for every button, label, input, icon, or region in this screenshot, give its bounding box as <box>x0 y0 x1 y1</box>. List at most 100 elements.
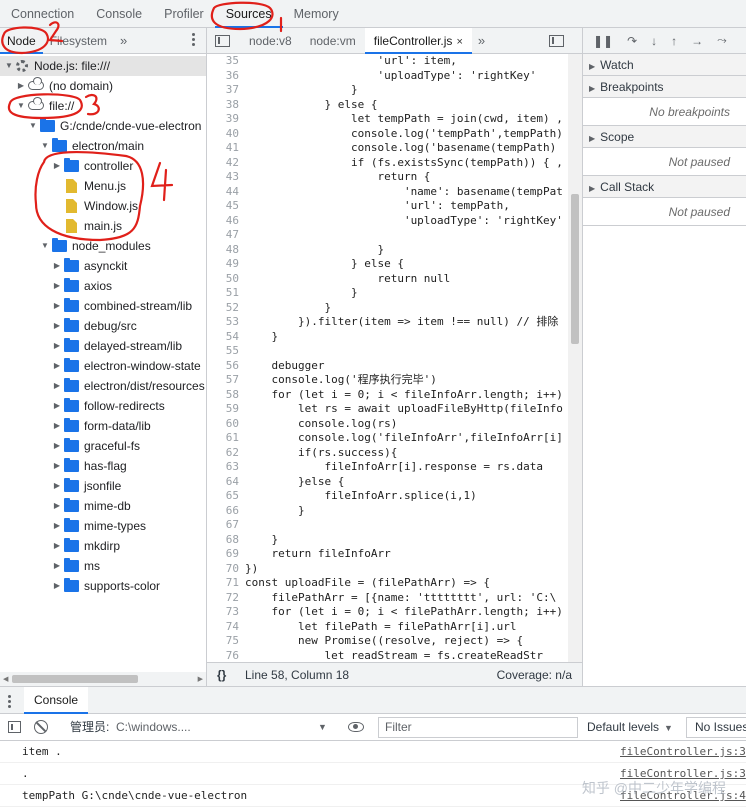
tree-item[interactable]: ▶ ms <box>0 556 206 576</box>
code-line[interactable]: 48 } <box>207 243 568 258</box>
pane-header-scope[interactable]: ▶ Scope <box>583 126 746 148</box>
line-number[interactable]: 65 <box>207 489 245 504</box>
code-line[interactable]: 51 } <box>207 286 568 301</box>
line-number[interactable]: 47 <box>207 228 245 243</box>
pause-icon[interactable]: ❚❚ <box>593 34 613 48</box>
tree-item[interactable]: ▼ Node.js: file:/// <box>0 56 206 76</box>
drawer-menu-icon[interactable] <box>8 695 11 710</box>
code-line[interactable]: 70}) <box>207 562 568 577</box>
code-line[interactable]: 42 if (fs.existsSync(tempPath)) { , <box>207 156 568 171</box>
code-line[interactable]: 67 <box>207 518 568 533</box>
collapsed-arrow-icon[interactable]: ▶ <box>52 156 62 176</box>
line-number[interactable]: 63 <box>207 460 245 475</box>
line-number[interactable]: 70 <box>207 562 245 577</box>
line-number[interactable]: 35 <box>207 54 245 69</box>
code-view[interactable]: 35 'url': item, 36 'uploadType': 'rightKe… <box>207 54 568 662</box>
step-out-icon[interactable]: ↑ <box>671 34 677 48</box>
code-line[interactable]: 68 } <box>207 533 568 548</box>
code-line[interactable]: 41 console.log('basename(tempPath) <box>207 141 568 156</box>
line-number[interactable]: 64 <box>207 475 245 490</box>
tree-item[interactable]: main.js <box>0 216 206 236</box>
more-tabs-button[interactable]: » <box>114 33 133 48</box>
line-number[interactable]: 61 <box>207 431 245 446</box>
code-line[interactable]: 61 console.log('fileInfoArr',fileInfoArr… <box>207 431 568 446</box>
code-line[interactable]: 71 const uploadFile = (filePathArr) => { <box>207 576 568 591</box>
tab-sources[interactable]: Sources <box>214 0 283 28</box>
tab-connection[interactable]: Connection <box>0 0 85 28</box>
collapsed-arrow-icon[interactable]: ▶ <box>52 416 62 436</box>
code-line[interactable]: 47 <box>207 228 568 243</box>
pane-header-call-stack[interactable]: ▶ Call Stack <box>583 176 746 198</box>
collapsed-arrow-icon[interactable]: ▶ <box>52 436 62 456</box>
tree-item[interactable]: ▶ controller <box>0 156 206 176</box>
code-line[interactable]: 37 } <box>207 83 568 98</box>
code-line[interactable]: 50 return null <box>207 272 568 287</box>
code-line[interactable]: 58 for (let i = 0; i < fileInfoArr.lengt… <box>207 388 568 403</box>
collapsed-arrow-icon[interactable]: ▶ <box>52 476 62 496</box>
code-line[interactable]: 72 filePathArr = [{name: 'tttttttt', url… <box>207 591 568 606</box>
line-number[interactable]: 49 <box>207 257 245 272</box>
line-number[interactable]: 75 <box>207 634 245 649</box>
tree-item[interactable]: ▶ combined-stream/lib <box>0 296 206 316</box>
message-source-link[interactable]: fileController.js:4 <box>620 807 746 811</box>
code-line[interactable]: 74 let filePath = filePathArr[i].url <box>207 620 568 635</box>
console-sidebar-icon[interactable] <box>8 721 21 733</box>
collapsed-arrow-icon[interactable]: ▶ <box>52 276 62 296</box>
collapsed-arrow-icon[interactable]: ▶ <box>52 496 62 516</box>
tree-item[interactable]: ▶ (no domain) <box>0 76 206 96</box>
code-line[interactable]: 55 <box>207 344 568 359</box>
collapsed-arrow-icon[interactable]: ▶ <box>52 376 62 396</box>
line-number[interactable]: 37 <box>207 83 245 98</box>
line-number[interactable]: 48 <box>207 243 245 258</box>
collapsed-arrow-icon[interactable]: ▶ <box>52 356 62 376</box>
line-number[interactable]: 57 <box>207 373 245 388</box>
step-over-icon[interactable]: ↷ <box>627 34 637 48</box>
scrollbar-thumb[interactable] <box>12 675 138 683</box>
tree-item[interactable]: ▶ supports-color <box>0 576 206 596</box>
tree-item[interactable]: ▶ electron-window-state <box>0 356 206 376</box>
tree-item[interactable]: ▼ file:// <box>0 96 206 116</box>
code-line[interactable]: 73 for (let i = 0; i < filePathArr.lengt… <box>207 605 568 620</box>
code-line[interactable]: 66 } <box>207 504 568 519</box>
tree-item[interactable]: ▶ debug/src <box>0 316 206 336</box>
line-number[interactable]: 54 <box>207 330 245 345</box>
tab-profiler[interactable]: Profiler <box>153 0 215 28</box>
line-number[interactable]: 66 <box>207 504 245 519</box>
code-line[interactable]: 60 console.log(rs) <box>207 417 568 432</box>
tab-console[interactable]: Console <box>85 0 153 28</box>
tree-item[interactable]: ▼ electron/main <box>0 136 206 156</box>
tree-item[interactable]: ▶ mime-db <box>0 496 206 516</box>
navigator-horizontal-scrollbar[interactable]: ◀ ▶ <box>0 672 206 686</box>
scroll-right-icon[interactable]: ▶ <box>198 675 203 683</box>
tab-node[interactable]: Node <box>0 28 43 54</box>
collapsed-arrow-icon[interactable]: ▶ <box>52 516 62 536</box>
tree-item[interactable]: ▶ mime-types <box>0 516 206 536</box>
line-number[interactable]: 72 <box>207 591 245 606</box>
line-number[interactable]: 58 <box>207 388 245 403</box>
tree-item[interactable]: ▼ G:/cnde/cnde-vue-electron <box>0 116 206 136</box>
line-number[interactable]: 68 <box>207 533 245 548</box>
tree-item[interactable]: ▶ has-flag <box>0 456 206 476</box>
code-line[interactable]: 43 return { <box>207 170 568 185</box>
issues-button[interactable]: No Issues <box>686 717 746 738</box>
code-vertical-scrollbar[interactable] <box>568 54 582 662</box>
tree-item[interactable]: ▶ graceful-fs <box>0 436 206 456</box>
tree-item[interactable]: Menu.js <box>0 176 206 196</box>
expanded-arrow-icon[interactable]: ▼ <box>40 236 50 256</box>
code-line[interactable]: 76 let readStream = fs.createReadStr <box>207 649 568 663</box>
line-number[interactable]: 56 <box>207 359 245 374</box>
line-number[interactable]: 46 <box>207 214 245 229</box>
tab-memory[interactable]: Memory <box>283 0 350 28</box>
code-line[interactable]: 35 'url': item, <box>207 54 568 69</box>
collapsed-arrow-icon[interactable]: ▶ <box>52 296 62 316</box>
scrollbar-thumb[interactable] <box>571 194 579 344</box>
expanded-arrow-icon[interactable]: ▼ <box>4 56 14 76</box>
tree-item[interactable]: ▼ node_modules <box>0 236 206 256</box>
tab-filesystem[interactable]: Filesystem <box>43 28 114 54</box>
line-number[interactable]: 76 <box>207 649 245 663</box>
navigator-menu-icon[interactable] <box>192 33 196 47</box>
tab-node-vm[interactable]: node:vm <box>301 28 365 54</box>
code-line[interactable]: 38 } else { <box>207 98 568 113</box>
line-number[interactable]: 44 <box>207 185 245 200</box>
log-levels-dropdown[interactable]: Default levels ▼ <box>587 714 673 742</box>
